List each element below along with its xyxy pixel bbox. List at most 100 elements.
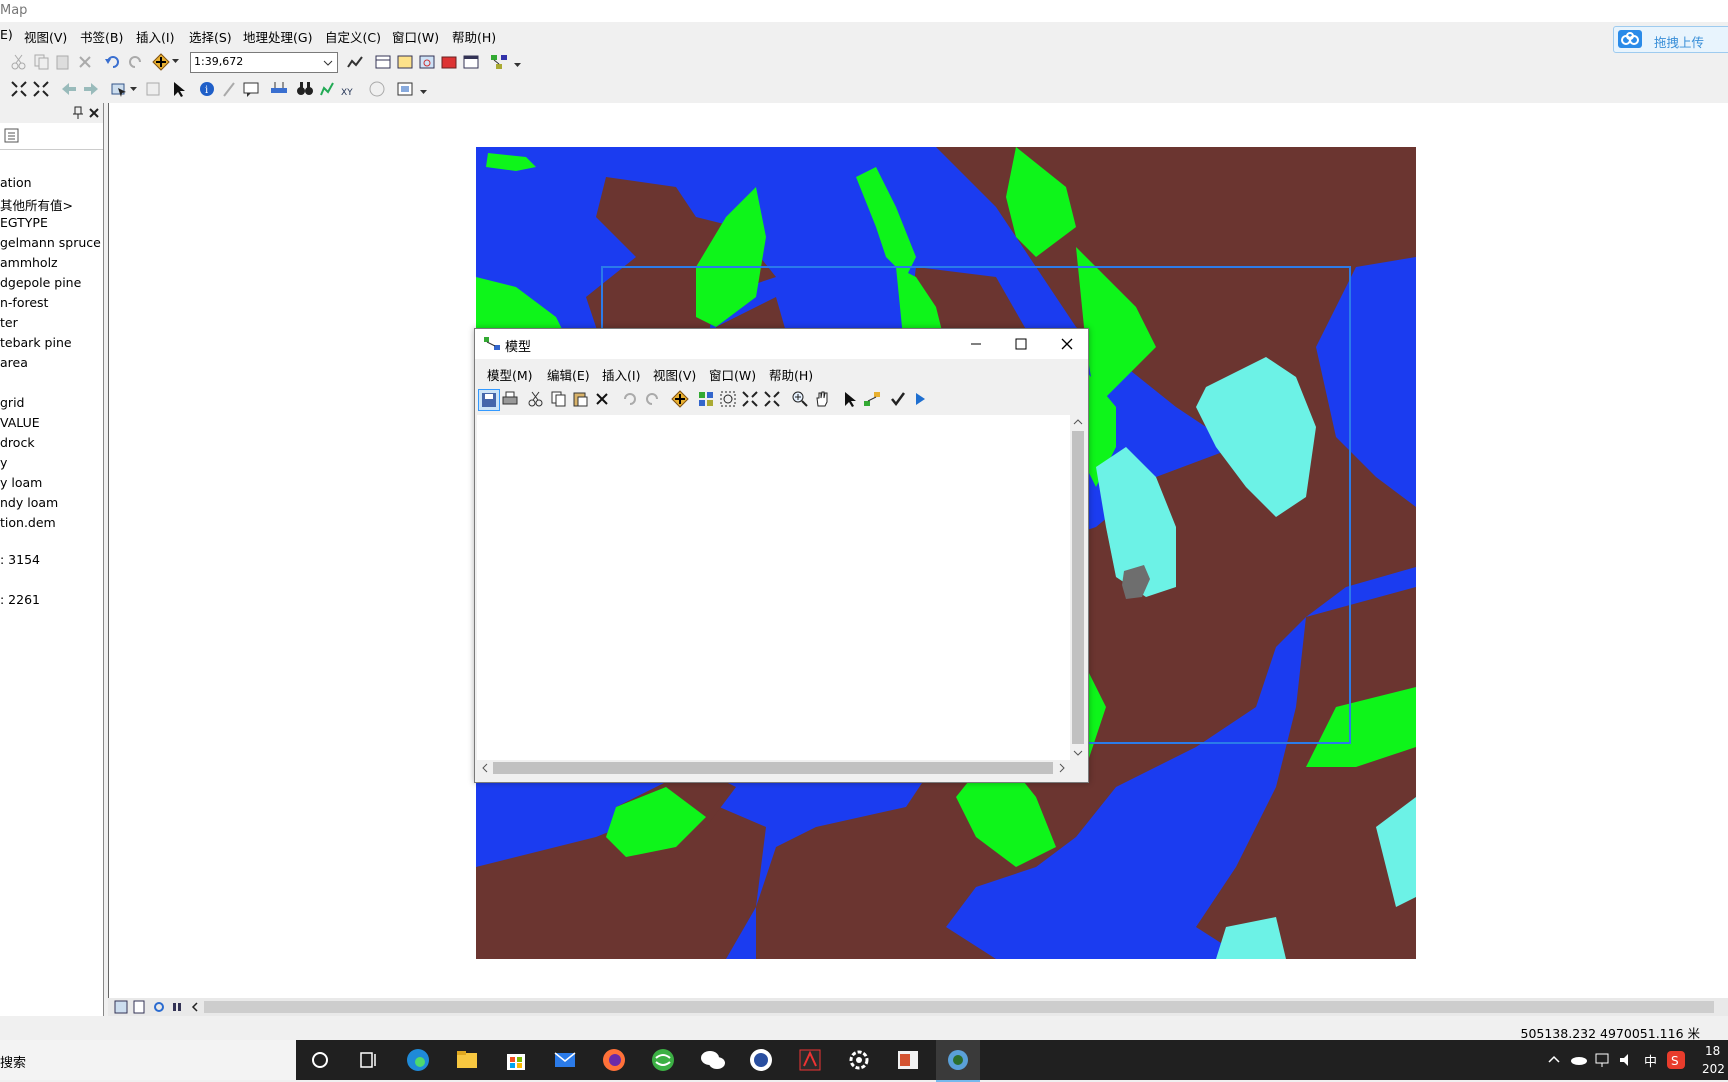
select-icon[interactable] (841, 390, 859, 408)
zoom-in-icon[interactable] (791, 390, 809, 408)
edge-icon[interactable] (406, 1048, 430, 1072)
layout-view-icon[interactable] (132, 1000, 146, 1014)
html-popup-icon[interactable] (242, 80, 260, 98)
toc-item[interactable]: ter (0, 315, 18, 330)
toc-item[interactable]: drock (0, 435, 35, 450)
menu-edit[interactable]: E) (0, 27, 13, 42)
maximize-icon[interactable] (1014, 337, 1028, 351)
delete-icon[interactable] (593, 390, 611, 408)
run-icon[interactable] (911, 390, 929, 408)
horizontal-scrollbar[interactable] (477, 760, 1070, 777)
full-extent-icon[interactable] (10, 80, 28, 98)
menu-view[interactable]: 视图(V) (24, 27, 67, 46)
menu-geoprocessing[interactable]: 地理处理(G) (243, 27, 312, 46)
undo-icon[interactable] (104, 53, 122, 71)
chevron-down-icon[interactable] (172, 59, 180, 65)
upload-button[interactable]: 拖拽上传 (1613, 26, 1728, 53)
ime-indicator[interactable]: 中 (1644, 1051, 1657, 1070)
toc-item[interactable]: dgepole pine (0, 275, 81, 290)
toc-item[interactable]: y (0, 455, 7, 470)
create-viewer-icon[interactable] (396, 80, 414, 98)
scroll-left-icon[interactable] (480, 763, 490, 773)
fixed-zoom-out-icon[interactable] (32, 80, 50, 98)
add-data-icon[interactable] (671, 390, 689, 408)
toc-item[interactable]: ndy loam (0, 495, 58, 510)
time-slider-icon[interactable] (368, 80, 386, 98)
clock-time[interactable]: 18 (1705, 1044, 1720, 1058)
auto-layout-icon[interactable] (697, 390, 715, 408)
toc-item[interactable]: : 3154 (0, 552, 40, 567)
taskbar-search-box[interactable]: 搜索 (0, 1040, 296, 1080)
menu-windows[interactable]: 窗口(W) (392, 27, 439, 46)
app-icon[interactable] (749, 1048, 773, 1072)
dialog-menu-model[interactable]: 模型(M) (487, 365, 533, 384)
editor-icon[interactable] (346, 53, 364, 71)
scroll-right-icon[interactable] (1057, 763, 1067, 773)
copy-icon[interactable] (549, 390, 567, 408)
redo-icon[interactable] (126, 53, 144, 71)
cortana-icon[interactable] (310, 1050, 330, 1070)
minimize-icon[interactable] (969, 339, 983, 349)
clear-selection-icon[interactable] (144, 80, 162, 98)
redo-icon[interactable] (643, 390, 661, 408)
python-window-icon[interactable] (462, 53, 480, 71)
wechat-icon[interactable] (700, 1048, 726, 1072)
store-icon[interactable] (504, 1048, 528, 1072)
menu-insert[interactable]: 插入(I) (136, 27, 174, 46)
model-canvas[interactable] (477, 415, 1070, 760)
catalog-icon[interactable] (396, 53, 414, 71)
menu-customize[interactable]: 自定义(C) (325, 27, 381, 46)
scroll-thumb[interactable] (1072, 431, 1084, 744)
fit-to-window-icon[interactable] (763, 390, 781, 408)
close-icon[interactable] (88, 107, 100, 119)
toc-item[interactable]: tion.dem (0, 515, 56, 530)
table-of-contents-icon[interactable] (374, 53, 392, 71)
chevron-up-icon[interactable] (1548, 1054, 1560, 1064)
dialog-menu-edit[interactable]: 编辑(E) (547, 365, 590, 384)
dialog-menu-insert[interactable]: 插入(I) (602, 365, 640, 384)
powerpoint-icon[interactable] (896, 1048, 920, 1072)
find-icon[interactable] (296, 80, 314, 98)
full-extent-icon[interactable] (741, 390, 759, 408)
refresh-icon[interactable] (152, 1000, 166, 1014)
taskbar-arcmap-active[interactable] (936, 1040, 980, 1082)
forward-extent-icon[interactable] (82, 80, 100, 98)
pause-drawing-icon[interactable] (170, 1000, 184, 1014)
identify-icon[interactable]: i (198, 80, 216, 98)
toc-item[interactable]: y loam (0, 475, 42, 490)
vertical-scrollbar[interactable] (1070, 415, 1086, 760)
select-features-icon[interactable] (110, 80, 128, 98)
back-extent-icon[interactable] (60, 80, 78, 98)
firefox-icon[interactable] (602, 1048, 626, 1072)
measure-icon[interactable] (270, 80, 288, 98)
acrobat-icon[interactable] (798, 1048, 822, 1072)
360-browser-icon[interactable] (651, 1048, 675, 1072)
clock-date[interactable]: 202 (1702, 1062, 1725, 1076)
hyperlink-icon[interactable] (220, 80, 238, 98)
delete-icon[interactable] (76, 53, 94, 71)
toc-item[interactable]: 其他所有值> (0, 195, 73, 214)
pin-icon[interactable] (72, 106, 84, 120)
toc-item[interactable]: area (0, 355, 28, 370)
print-icon[interactable] (501, 390, 519, 408)
close-icon[interactable] (1060, 337, 1074, 351)
add-data-icon[interactable] (152, 53, 170, 71)
copy-icon[interactable] (32, 53, 50, 71)
zoom-to-selection-icon[interactable] (719, 390, 737, 408)
scroll-left-icon[interactable] (188, 1000, 202, 1014)
find-route-icon[interactable] (318, 80, 336, 98)
go-to-xy-icon[interactable]: XY (340, 80, 358, 98)
cut-icon[interactable] (10, 53, 28, 71)
arctoolbox-icon[interactable] (440, 53, 458, 71)
undo-icon[interactable] (621, 390, 639, 408)
horizontal-scrollbar[interactable] (204, 1001, 1714, 1013)
menu-selection[interactable]: 选择(S) (189, 27, 232, 46)
sogou-icon[interactable]: S (1666, 1050, 1686, 1070)
dialog-menu-help[interactable]: 帮助(H) (769, 365, 813, 384)
save-button[interactable] (478, 389, 500, 411)
dialog-titlebar[interactable]: 模型 (475, 329, 1088, 359)
modelbuilder-icon[interactable] (490, 53, 508, 71)
chevron-down-icon[interactable] (130, 87, 138, 93)
task-view-icon[interactable] (358, 1050, 378, 1070)
toc-item[interactable]: VALUE (0, 415, 40, 430)
